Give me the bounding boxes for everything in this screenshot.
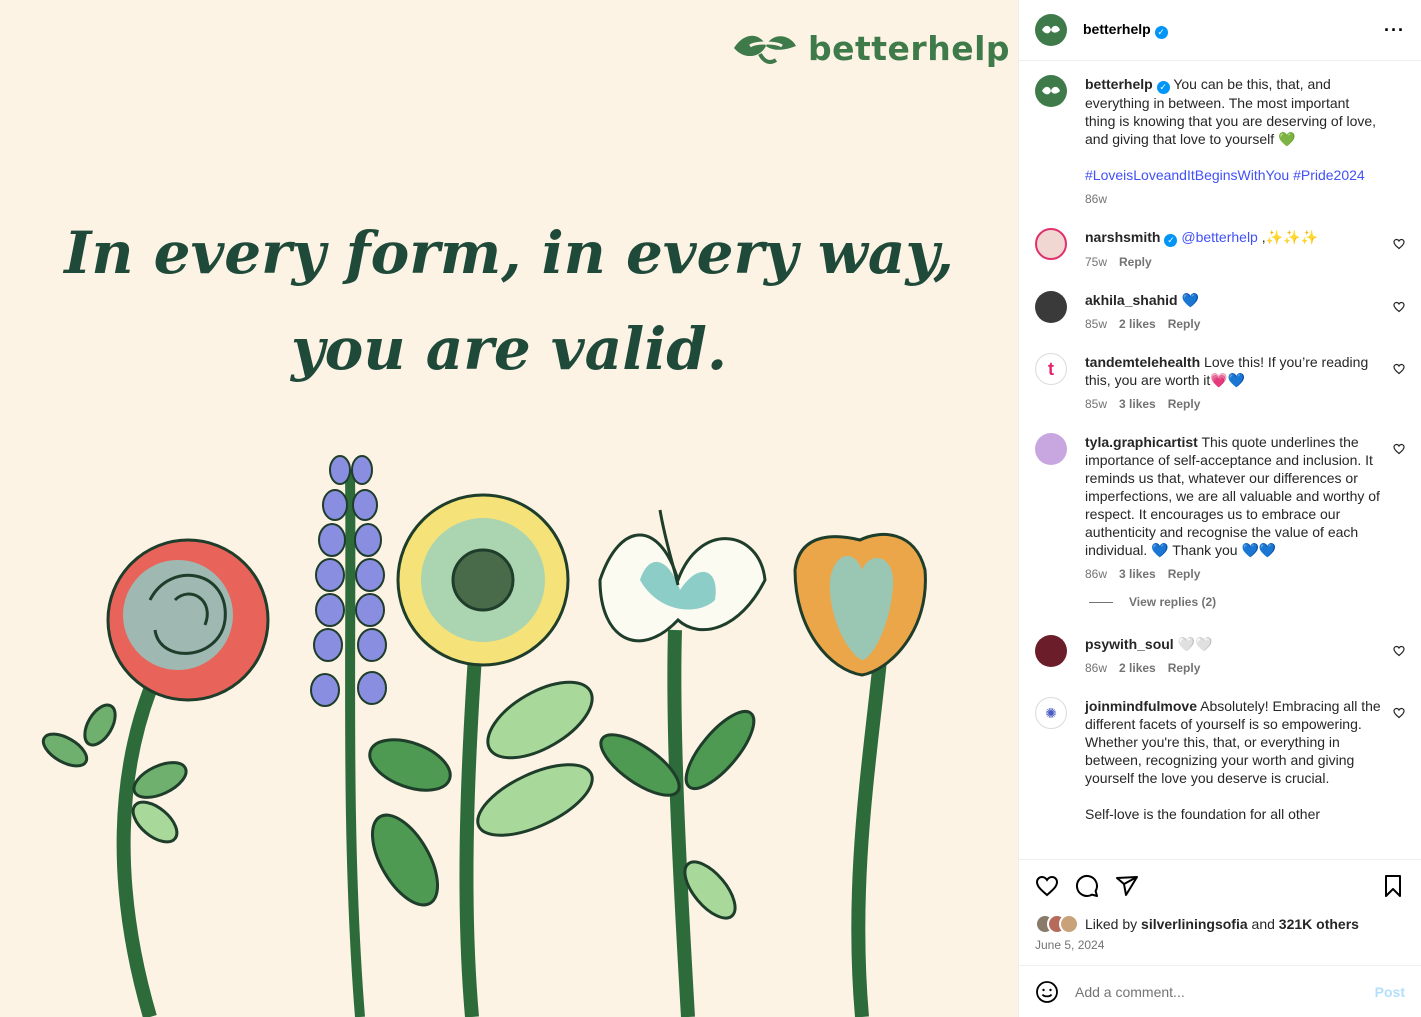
comment-likes[interactable]: 3 likes — [1119, 567, 1156, 581]
comment-username[interactable]: akhila_shahid — [1085, 292, 1178, 308]
image-quote: In every form, in every way, you are val… — [0, 205, 1018, 397]
flower-illustration — [41, 455, 927, 1017]
like-comment-heart-icon[interactable] — [1393, 443, 1405, 455]
liker-avatars — [1035, 914, 1081, 934]
betterhelp-logo-icon — [1042, 25, 1060, 34]
caption-hashtags[interactable]: #LoveisLoveandItBeginsWithYou #Pride2024 — [1085, 166, 1381, 184]
reply-button[interactable]: Reply — [1119, 255, 1152, 269]
reply-button[interactable]: Reply — [1168, 317, 1201, 331]
liked-by-prefix: Liked by — [1085, 916, 1138, 932]
post-caption: betterhelp ✓ You can be this, that, and e… — [1035, 75, 1405, 208]
comment: t tandemtelehealth Love this! If you’re … — [1035, 353, 1405, 413]
betterhelp-logo-icon — [1042, 86, 1060, 95]
post-image[interactable]: betterhelp In every form, in every way, … — [0, 0, 1018, 1017]
more-options-icon[interactable]: ··· — [1384, 20, 1405, 41]
like-comment-heart-icon[interactable] — [1393, 363, 1405, 375]
comment-mention[interactable]: @betterhelp — [1181, 229, 1257, 245]
tandem-logo-icon: t — [1048, 358, 1054, 379]
quote-line-2: you are valid. — [290, 315, 728, 383]
image-brand-logo: betterhelp — [730, 28, 1010, 68]
comment-username[interactable]: psywith_soul — [1085, 636, 1174, 652]
share-paper-plane-icon[interactable] — [1115, 874, 1139, 898]
like-comment-heart-icon[interactable] — [1393, 707, 1405, 719]
comment-text: ,✨✨✨ — [1257, 229, 1318, 245]
instagram-post: betterhelp In every form, in every way, … — [0, 0, 1421, 1017]
liked-by-and: and — [1251, 916, 1275, 932]
reply-button[interactable]: Reply — [1168, 397, 1201, 411]
commenter-avatar[interactable] — [1035, 635, 1067, 667]
author-username[interactable]: betterhelp ✓ — [1083, 21, 1168, 39]
view-replies-button[interactable]: View replies (2) — [1089, 595, 1405, 609]
tulip-illustration — [793, 533, 927, 1017]
post-date[interactable]: June 5, 2024 — [1035, 938, 1405, 952]
commenter-avatar[interactable] — [1035, 291, 1067, 323]
rose-illustration — [41, 538, 270, 1017]
comment-likes[interactable]: 2 likes — [1119, 661, 1156, 675]
lavender-illustration — [310, 455, 387, 1017]
comment-time[interactable]: 86w — [1085, 661, 1107, 675]
commenter-avatar[interactable] — [1035, 433, 1067, 465]
comment-time[interactable]: 75w — [1085, 255, 1107, 269]
comment-username[interactable]: joinmindfulmove — [1085, 698, 1197, 714]
verified-badge-icon: ✓ — [1156, 81, 1170, 94]
verified-badge-icon: ✓ — [1164, 234, 1178, 247]
add-comment-input[interactable] — [1075, 983, 1375, 1000]
caption-avatar[interactable] — [1035, 75, 1067, 107]
reply-button[interactable]: Reply — [1168, 661, 1201, 675]
like-comment-heart-icon[interactable] — [1393, 301, 1405, 313]
like-comment-heart-icon[interactable] — [1393, 645, 1405, 657]
verified-badge-icon: ✓ — [1154, 26, 1168, 39]
post-actions: Liked by silverliningsofia and 321K othe… — [1019, 859, 1421, 965]
liked-by-user[interactable]: silverliningsofia — [1141, 916, 1248, 932]
add-comment-bar: Post — [1019, 965, 1421, 1017]
post-side-panel: betterhelp ✓ ··· betterhelp ✓ You can be t… — [1018, 0, 1421, 1017]
comment: ✺ joinmindfulmove Absolutely! Embracing … — [1035, 697, 1405, 823]
reply-button[interactable]: Reply — [1168, 567, 1201, 581]
save-bookmark-icon[interactable] — [1381, 874, 1405, 898]
caption-username[interactable]: betterhelp — [1085, 76, 1153, 92]
comment-bubble-icon[interactable] — [1075, 874, 1099, 898]
comment-time[interactable]: 85w — [1085, 317, 1107, 331]
mindfulmove-logo-icon: ✺ — [1045, 704, 1057, 721]
author-avatar[interactable] — [1035, 14, 1067, 46]
liker-avatar — [1059, 914, 1079, 934]
post-header: betterhelp ✓ ··· — [1019, 0, 1421, 61]
comment-likes[interactable]: 2 likes — [1119, 317, 1156, 331]
commenter-avatar[interactable]: t — [1035, 353, 1067, 385]
betterhelp-leaf-icon — [734, 35, 796, 64]
image-brand-name: betterhelp — [808, 28, 1011, 68]
comment: psywith_soul 🤍🤍 86w 2 likes Reply — [1035, 635, 1405, 677]
likes-count[interactable]: 321K others — [1279, 916, 1359, 932]
comment-text: 🤍🤍 — [1177, 636, 1213, 652]
commenter-avatar[interactable] — [1035, 228, 1067, 260]
view-replies-label: View replies (2) — [1129, 595, 1217, 609]
view-replies-line — [1089, 601, 1113, 603]
post-comment-button[interactable]: Post — [1375, 984, 1405, 1000]
lily-illustration — [598, 509, 767, 1017]
like-heart-icon[interactable] — [1035, 874, 1059, 898]
likes-summary: Liked by silverliningsofia and 321K othe… — [1035, 914, 1405, 934]
comment-text-continued: Self-love is the foundation for all othe… — [1085, 806, 1321, 822]
comments-list[interactable]: betterhelp ✓ You can be this, that, and e… — [1019, 61, 1421, 859]
comment-text: This quote underlines the importance of … — [1085, 434, 1380, 558]
comment-username[interactable]: tyla.graphicartist — [1085, 434, 1198, 450]
comment-time[interactable]: 85w — [1085, 397, 1107, 411]
sunflower-illustration — [368, 493, 594, 1017]
comment-time[interactable]: 86w — [1085, 567, 1107, 581]
comment-username[interactable]: tandemtelehealth — [1085, 354, 1200, 370]
comment: akhila_shahid 💙 85w 2 likes Reply — [1035, 291, 1405, 333]
comment-username[interactable]: narshsmith — [1085, 229, 1160, 245]
caption-meta: 86w — [1085, 190, 1381, 208]
comment-text: 💙 — [1181, 292, 1199, 308]
emoji-smiley-icon[interactable] — [1035, 980, 1059, 1004]
caption-time[interactable]: 86w — [1085, 192, 1107, 206]
like-comment-heart-icon[interactable] — [1393, 238, 1405, 250]
commenter-avatar[interactable]: ✺ — [1035, 697, 1067, 729]
comment-likes[interactable]: 3 likes — [1119, 397, 1156, 411]
quote-line-1: In every form, in every way, — [64, 219, 954, 287]
comment: tyla.graphicartist This quote underlines… — [1035, 433, 1405, 583]
comment: narshsmith ✓ @betterhelp ,✨✨✨ 75w Reply — [1035, 228, 1405, 271]
